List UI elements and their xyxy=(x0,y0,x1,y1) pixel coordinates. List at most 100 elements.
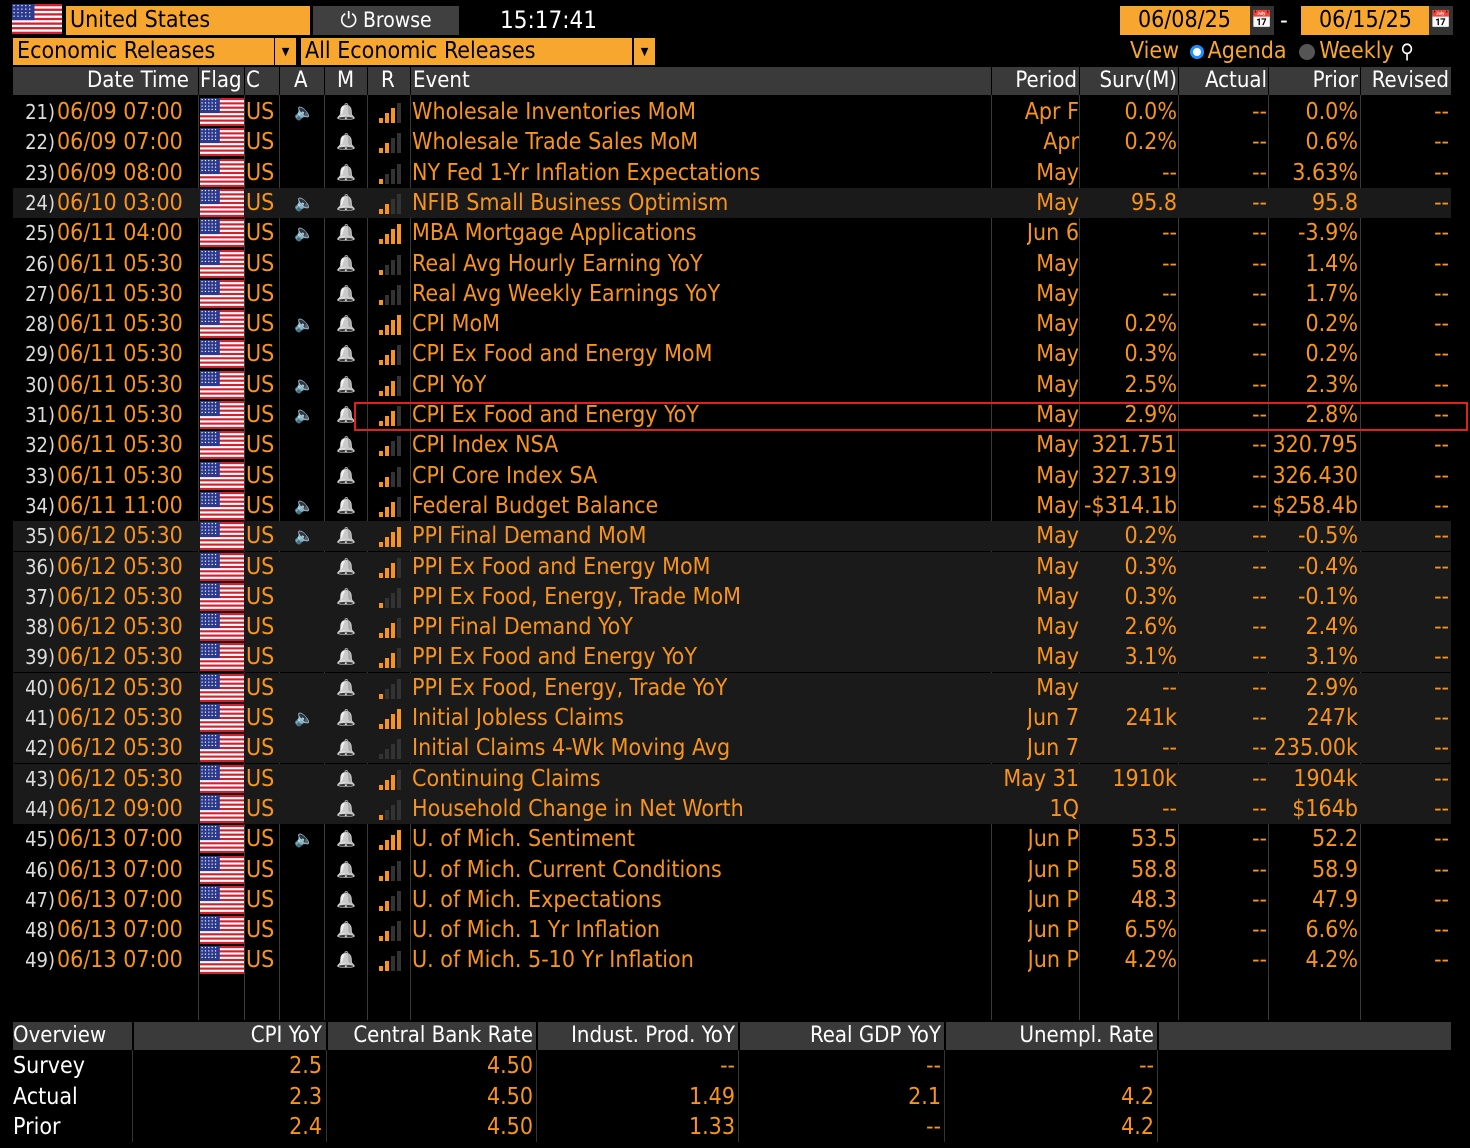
bell-icon[interactable]: 🔔 xyxy=(331,249,361,279)
table-row[interactable]: 47) 06/13 07:00 US 🔔 U. of Mich. Expectation… xyxy=(13,885,1451,915)
table-row[interactable]: 36) 06/12 05:30 US 🔔 PPI Ex Food and Energy … xyxy=(13,551,1451,582)
row-event[interactable]: PPI Final Demand YoY xyxy=(412,612,633,642)
row-event[interactable]: PPI Ex Food and Energy MoM xyxy=(412,552,710,582)
speaker-icon[interactable]: 🔈 xyxy=(288,309,320,339)
row-event[interactable]: Real Avg Weekly Earnings YoY xyxy=(412,279,720,309)
bell-icon[interactable]: 🔔 xyxy=(331,430,361,460)
table-row[interactable]: 27) 06/11 05:30 US 🔔 Real Avg Weekly Earning… xyxy=(13,279,1451,309)
row-event[interactable]: Household Change in Net Worth xyxy=(412,794,744,824)
start-calendar-icon[interactable]: 📅 xyxy=(1250,6,1274,35)
table-row[interactable]: 33) 06/11 05:30 US 🔔 CPI Core Index SA May 327… xyxy=(13,461,1451,491)
speaker-icon[interactable]: 🔈 xyxy=(288,370,320,400)
col-country[interactable]: C xyxy=(246,67,260,95)
bell-icon[interactable]: 🔔 xyxy=(331,945,361,975)
bell-icon[interactable]: 🔔 xyxy=(331,824,361,854)
table-row[interactable]: 43) 06/12 05:30 US 🔔 Continuing Claims May 31… xyxy=(13,763,1451,794)
table-row[interactable]: 48) 06/13 07:00 US 🔔 U. of Mich. 1 Yr Inflat… xyxy=(13,915,1451,945)
bell-icon[interactable]: 🔔 xyxy=(331,491,361,521)
end-date-input[interactable]: 06/15/25 xyxy=(1301,6,1441,35)
col-market[interactable]: M xyxy=(337,67,354,95)
weekly-radio[interactable] xyxy=(1299,43,1316,60)
table-row[interactable]: 45) 06/13 07:00 US 🔈 🔔 U. of Mich. Sentiment J… xyxy=(13,824,1451,854)
table-row[interactable]: 29) 06/11 05:30 US 🔔 CPI Ex Food and Energy … xyxy=(13,339,1451,369)
table-row[interactable]: 37) 06/12 05:30 US 🔔 PPI Ex Food, Energy, Tr… xyxy=(13,581,1451,612)
row-event[interactable]: PPI Ex Food and Energy YoY xyxy=(412,642,697,672)
bell-icon[interactable]: 🔔 xyxy=(331,673,361,703)
col-datetime[interactable]: Date Time xyxy=(87,67,189,95)
browse-button[interactable]: ⏻ Browse xyxy=(313,6,459,35)
col-survey[interactable]: Surv(M) xyxy=(1100,67,1177,95)
bell-icon[interactable]: 🔔 xyxy=(331,279,361,309)
country-selector[interactable]: United States xyxy=(66,6,310,35)
row-event[interactable]: Wholesale Trade Sales MoM xyxy=(412,127,698,157)
row-event[interactable]: PPI Ex Food, Energy, Trade YoY xyxy=(412,673,727,703)
bell-icon[interactable]: 🔔 xyxy=(331,582,361,612)
row-event[interactable]: U. of Mich. Current Conditions xyxy=(412,855,722,885)
bell-icon[interactable]: 🔔 xyxy=(331,642,361,672)
speaker-icon[interactable]: 🔈 xyxy=(288,188,320,218)
speaker-icon[interactable]: 🔈 xyxy=(288,491,320,521)
table-row[interactable]: 32) 06/11 05:30 US 🔔 CPI Index NSA May 321.751… xyxy=(13,430,1451,460)
row-event[interactable]: U. of Mich. Expectations xyxy=(412,885,662,915)
bell-icon[interactable]: 🔔 xyxy=(331,97,361,127)
col-actual[interactable]: Actual xyxy=(1205,67,1267,95)
bell-icon[interactable]: 🔔 xyxy=(331,461,361,491)
bell-icon[interactable]: 🔔 xyxy=(331,158,361,188)
category-dropdown-chevron-icon[interactable]: ▼ xyxy=(275,38,296,65)
col-flag[interactable]: Flag xyxy=(200,67,242,95)
table-row[interactable]: 24) 06/10 03:00 US 🔈 🔔 NFIB Small Business Op… xyxy=(13,187,1451,218)
speaker-icon[interactable]: 🔈 xyxy=(288,400,320,430)
table-row[interactable]: 21) 06/09 07:00 US 🔈 🔔 Wholesale Inventories … xyxy=(13,97,1451,127)
bell-icon[interactable]: 🔔 xyxy=(331,370,361,400)
bell-icon[interactable]: 🔔 xyxy=(331,855,361,885)
col-prior[interactable]: Prior xyxy=(1313,67,1358,95)
bell-icon[interactable]: 🔔 xyxy=(331,703,361,733)
bell-icon[interactable]: 🔔 xyxy=(331,733,361,763)
subcategory-dropdown[interactable]: All Economic Releases xyxy=(301,38,632,65)
speaker-icon[interactable]: 🔈 xyxy=(288,824,320,854)
row-event[interactable]: Federal Budget Balance xyxy=(412,491,658,521)
table-row[interactable]: 35) 06/12 05:30 US 🔈 🔔 PPI Final Demand MoM Ma… xyxy=(13,521,1451,552)
row-event[interactable]: CPI YoY xyxy=(412,370,486,400)
col-event[interactable]: Event xyxy=(413,67,470,95)
table-row[interactable]: 30) 06/11 05:30 US 🔈 🔔 CPI YoY May 2.5% -- 2.3% -- xyxy=(13,370,1451,400)
row-event[interactable]: U. of Mich. 1 Yr Inflation xyxy=(412,915,660,945)
row-event[interactable]: CPI Core Index SA xyxy=(412,461,597,491)
table-row[interactable]: 25) 06/11 04:00 US 🔈 🔔 MBA Mortgage Applicati… xyxy=(13,218,1451,248)
table-row[interactable]: 42) 06/12 05:30 US 🔔 Initial Claims 4-Wk Mov… xyxy=(13,733,1451,764)
bell-icon[interactable]: 🔔 xyxy=(331,339,361,369)
category-dropdown[interactable]: Economic Releases xyxy=(13,38,274,65)
weekly-label[interactable]: Weekly xyxy=(1319,38,1394,64)
row-event[interactable]: U. of Mich. 5-10 Yr Inflation xyxy=(412,945,694,975)
table-row[interactable]: 23) 06/09 08:00 US 🔔 NY Fed 1-Yr Inflation E… xyxy=(13,158,1451,188)
table-row[interactable]: 46) 06/13 07:00 US 🔔 U. of Mich. Current Con… xyxy=(13,855,1451,885)
table-row[interactable]: 34) 06/11 11:00 US 🔈 🔔 Federal Budget Balance… xyxy=(13,491,1451,521)
table-row[interactable]: 38) 06/12 05:30 US 🔔 PPI Final Demand YoY May… xyxy=(13,612,1451,643)
row-event[interactable]: U. of Mich. Sentiment xyxy=(412,824,635,854)
row-event[interactable]: Continuing Claims xyxy=(412,764,600,794)
bell-icon[interactable]: 🔔 xyxy=(331,218,361,248)
subcategory-dropdown-chevron-icon[interactable]: ▼ xyxy=(634,38,655,65)
table-row[interactable]: 22) 06/09 07:00 US 🔔 Wholesale Trade Sales M… xyxy=(13,127,1451,157)
row-event[interactable]: NY Fed 1-Yr Inflation Expectations xyxy=(412,158,760,188)
bell-icon[interactable]: 🔔 xyxy=(331,309,361,339)
table-row[interactable]: 49) 06/13 07:00 US 🔔 U. of Mich. 5-10 Yr Inf… xyxy=(13,945,1451,975)
row-event[interactable]: Initial Claims 4-Wk Moving Avg xyxy=(412,733,730,763)
table-row[interactable]: 40) 06/12 05:30 US 🔔 PPI Ex Food, Energy, Tr… xyxy=(13,672,1451,703)
row-event[interactable]: NFIB Small Business Optimism xyxy=(412,188,728,218)
speaker-icon[interactable]: 🔈 xyxy=(288,521,320,551)
table-row[interactable]: 26) 06/11 05:30 US 🔔 Real Avg Hourly Earning… xyxy=(13,249,1451,279)
bell-icon[interactable]: 🔔 xyxy=(331,764,361,794)
col-relevance[interactable]: R xyxy=(381,67,395,95)
bell-icon[interactable]: 🔔 xyxy=(331,794,361,824)
start-date-input[interactable]: 06/08/25 xyxy=(1120,6,1260,35)
row-event[interactable]: Initial Jobless Claims xyxy=(412,703,624,733)
bell-icon[interactable]: 🔔 xyxy=(331,612,361,642)
col-period[interactable]: Period xyxy=(1015,67,1077,95)
bell-icon[interactable]: 🔔 xyxy=(331,885,361,915)
table-row[interactable]: 28) 06/11 05:30 US 🔈 🔔 CPI MoM May 0.2% -- 0.2% -- xyxy=(13,309,1451,339)
table-row[interactable]: 39) 06/12 05:30 US 🔔 PPI Ex Food and Energy … xyxy=(13,642,1451,673)
row-event[interactable]: CPI MoM xyxy=(412,309,500,339)
bell-icon[interactable]: 🔔 xyxy=(331,188,361,218)
col-alert[interactable]: A xyxy=(294,67,308,95)
